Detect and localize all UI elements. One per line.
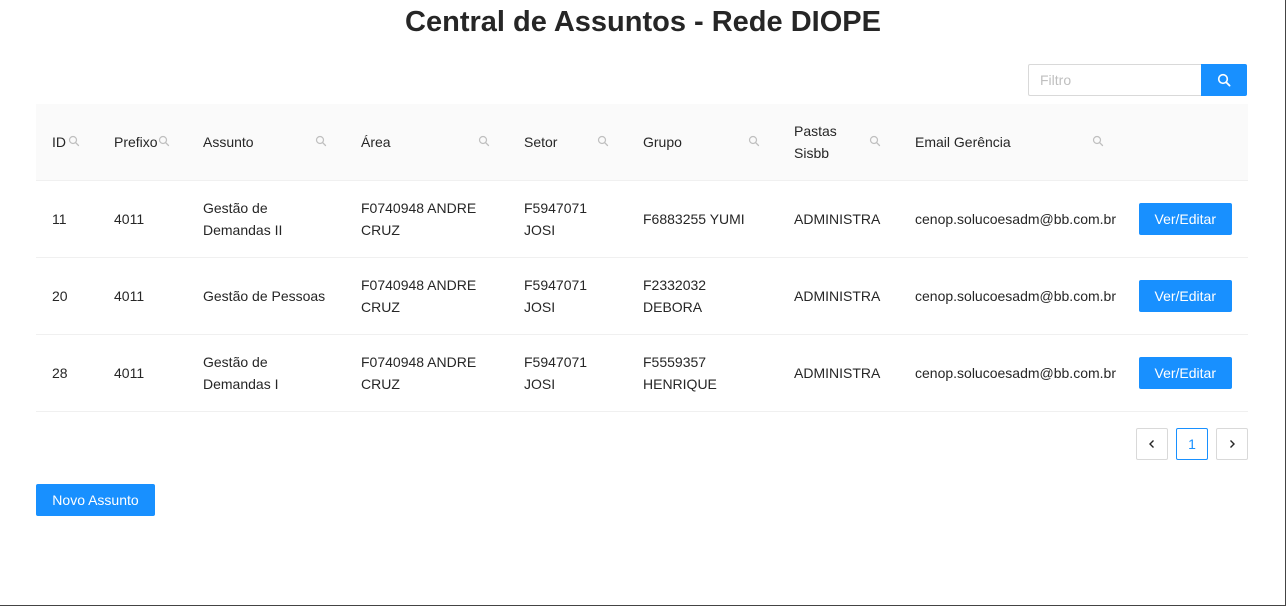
table-row: 20 4011 Gestão de Pessoas F0740948 ANDRE… <box>36 257 1248 335</box>
next-page-button[interactable] <box>1216 428 1248 460</box>
column-header-label: Setor <box>524 134 558 150</box>
column-search-icon[interactable] <box>869 135 883 149</box>
cell-actions: Ver/Editar <box>1122 257 1248 335</box>
column-search-icon[interactable] <box>748 135 762 149</box>
cell-id: 28 <box>36 334 98 412</box>
cell-prefixo: 4011 <box>98 334 187 412</box>
search-icon <box>1217 73 1231 87</box>
column-header-email: Email Gerência <box>899 104 1122 181</box>
filter-search <box>1028 64 1247 96</box>
column-header-setor: Setor <box>508 104 627 181</box>
search-button[interactable] <box>1201 64 1247 96</box>
column-header-label: Prefixo <box>114 134 158 150</box>
filter-input[interactable] <box>1028 64 1201 96</box>
cell-grupo: F2332032 DEBORA <box>627 257 778 335</box>
cell-assunto: Gestão de Demandas II <box>187 180 345 258</box>
column-header-id: ID <box>36 104 98 181</box>
table-row: 28 4011 Gestão de Demandas I F0740948 AN… <box>36 334 1248 412</box>
cell-prefixo: 4011 <box>98 257 187 335</box>
column-search-icon[interactable] <box>478 135 492 149</box>
view-edit-button[interactable]: Ver/Editar <box>1138 203 1232 235</box>
cell-email: cenop.solucoesadm@bb.com.br <box>899 180 1122 258</box>
cell-id: 11 <box>36 180 98 258</box>
column-header-label: Área <box>361 134 391 150</box>
cell-setor: F5947071 JOSI <box>508 334 627 412</box>
cell-assunto: Gestão de Pessoas <box>187 257 345 335</box>
column-search-icon[interactable] <box>315 135 329 149</box>
column-search-icon[interactable] <box>158 135 172 149</box>
page-number-button[interactable]: 1 <box>1176 428 1208 460</box>
column-header-actions <box>1122 104 1248 181</box>
new-subject-button[interactable]: Novo Assunto <box>36 484 155 516</box>
pagination: 1 <box>1136 428 1248 460</box>
cell-area: F0740948 ANDRE CRUZ <box>345 257 508 335</box>
cell-pastas: ADMINISTRA <box>778 180 899 258</box>
cell-area: F0740948 ANDRE CRUZ <box>345 334 508 412</box>
table-row: 11 4011 Gestão de Demandas II F0740948 A… <box>36 180 1248 258</box>
column-search-icon[interactable] <box>68 135 82 149</box>
subjects-table: ID Prefixo Assunto Área Setor Grupo Past… <box>36 104 1248 412</box>
chevron-left-icon <box>1147 439 1157 449</box>
page-title: Central de Assuntos - Rede DIOPE <box>405 6 881 38</box>
column-header-prefixo: Prefixo <box>98 104 187 181</box>
column-header-label: Email Gerência <box>915 134 1011 150</box>
column-header-assunto: Assunto <box>187 104 345 181</box>
view-edit-button[interactable]: Ver/Editar <box>1138 357 1232 389</box>
cell-pastas: ADMINISTRA <box>778 257 899 335</box>
cell-area: F0740948 ANDRE CRUZ <box>345 180 508 258</box>
column-search-icon[interactable] <box>1092 135 1106 149</box>
column-search-icon[interactable] <box>597 135 611 149</box>
cell-assunto: Gestão de Demandas I <box>187 334 345 412</box>
cell-setor: F5947071 JOSI <box>508 180 627 258</box>
cell-setor: F5947071 JOSI <box>508 257 627 335</box>
cell-grupo: F6883255 YUMI <box>627 180 778 258</box>
cell-email: cenop.solucoesadm@bb.com.br <box>899 334 1122 412</box>
column-header-grupo: Grupo <box>627 104 778 181</box>
view-edit-button[interactable]: Ver/Editar <box>1138 280 1232 312</box>
column-header-label: ID <box>52 134 66 150</box>
column-header-label: Grupo <box>643 134 682 150</box>
column-header-label: Pastas Sisbb <box>794 123 837 161</box>
cell-email: cenop.solucoesadm@bb.com.br <box>899 257 1122 335</box>
column-header-pastas: Pastas Sisbb <box>778 104 899 181</box>
cell-prefixo: 4011 <box>98 180 187 258</box>
prev-page-button[interactable] <box>1136 428 1168 460</box>
cell-pastas: ADMINISTRA <box>778 334 899 412</box>
table-header-row: ID Prefixo Assunto Área Setor Grupo Past… <box>36 104 1248 181</box>
chevron-right-icon <box>1227 439 1237 449</box>
column-header-label: Assunto <box>203 134 254 150</box>
cell-grupo: F5559357 HENRIQUE <box>627 334 778 412</box>
cell-id: 20 <box>36 257 98 335</box>
cell-actions: Ver/Editar <box>1122 334 1248 412</box>
column-header-area: Área <box>345 104 508 181</box>
cell-actions: Ver/Editar <box>1122 180 1248 258</box>
